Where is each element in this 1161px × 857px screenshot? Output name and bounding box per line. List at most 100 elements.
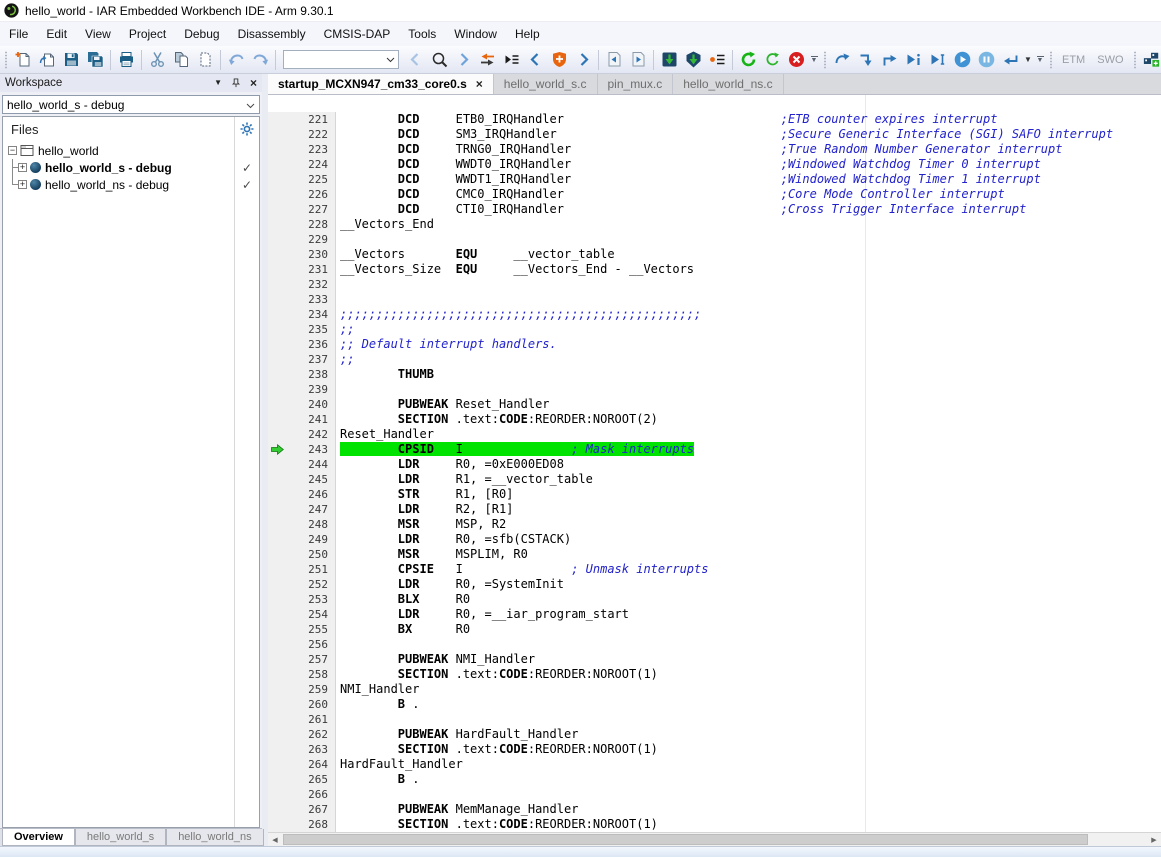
- build-config-select[interactable]: hello_world_s - debug: [2, 95, 260, 114]
- breakpoint-margin[interactable]: 233: [268, 292, 336, 307]
- search-combo[interactable]: [283, 50, 399, 69]
- download-and-debug-button[interactable]: [681, 48, 705, 72]
- breakpoint-margin[interactable]: 261: [268, 712, 336, 727]
- reset-debugger-button[interactable]: [760, 48, 784, 72]
- terminal-io-button[interactable]: [1140, 48, 1161, 72]
- workspace-tab-hello-world-s[interactable]: hello_world_s: [75, 829, 166, 846]
- code-text[interactable]: DCD ETB0_IRQHandler ;ETB counter expires…: [336, 112, 997, 127]
- etm-button[interactable]: ETM: [1056, 54, 1091, 66]
- breakpoint-margin[interactable]: 258: [268, 667, 336, 682]
- code-text[interactable]: PUBWEAK MemManage_Handler: [336, 802, 578, 817]
- code-text[interactable]: DCD SM3_IRQHandler ;Secure Generic Inter…: [336, 127, 1113, 142]
- code-text[interactable]: PUBWEAK NMI_Handler: [336, 652, 535, 667]
- breakpoint-margin[interactable]: 246: [268, 487, 336, 502]
- code-text[interactable]: __Vectors_Size EQU __Vectors_End - __Vec…: [336, 262, 694, 277]
- search-input[interactable]: [284, 51, 383, 68]
- menu-help[interactable]: Help: [506, 22, 549, 46]
- open-document-button[interactable]: [35, 48, 59, 72]
- toolbar-overflow-icon[interactable]: ▼: [1034, 49, 1046, 71]
- workspace-tab-hello-world-ns[interactable]: hello_world_ns: [166, 829, 263, 846]
- code-text[interactable]: ;;: [336, 322, 354, 337]
- breakpoint-margin[interactable]: 267: [268, 802, 336, 817]
- code-text[interactable]: DCD CMC0_IRQHandler ;Core Mode Controlle…: [336, 187, 1005, 202]
- breakpoint-margin[interactable]: 239: [268, 382, 336, 397]
- code-text[interactable]: DCD WWDT1_IRQHandler ;Windowed Watchdog …: [336, 172, 1041, 187]
- breakpoint-margin[interactable]: 255: [268, 622, 336, 637]
- menu-tools[interactable]: Tools: [399, 22, 445, 46]
- breakpoint-margin[interactable]: 263: [268, 742, 336, 757]
- menu-debug[interactable]: Debug: [175, 22, 228, 46]
- code-text[interactable]: NMI_Handler: [336, 682, 419, 697]
- code-text[interactable]: THUMB: [336, 367, 434, 382]
- reset-options-dropdown-icon[interactable]: ▼: [1022, 55, 1034, 64]
- code-text[interactable]: [336, 292, 340, 307]
- breakpoint-margin[interactable]: 224: [268, 157, 336, 172]
- code-text[interactable]: HardFault_Handler: [336, 757, 463, 772]
- scroll-right-icon[interactable]: ▶: [1147, 836, 1161, 844]
- code-text[interactable]: SECTION .text:CODE:REORDER:NOROOT(1): [336, 817, 658, 832]
- code-text[interactable]: [336, 232, 340, 247]
- code-text[interactable]: MSR MSPLIM, R0: [336, 547, 528, 562]
- breakpoint-margin[interactable]: 234: [268, 307, 336, 322]
- code-text[interactable]: SECTION .text:CODE:REORDER:NOROOT(1): [336, 742, 658, 757]
- menu-file[interactable]: File: [0, 22, 37, 46]
- breakpoint-margin[interactable]: 237: [268, 352, 336, 367]
- breakpoint-margin[interactable]: 244: [268, 457, 336, 472]
- navigate-backward-button[interactable]: [602, 48, 626, 72]
- save-button[interactable]: [59, 48, 83, 72]
- code-text[interactable]: B .: [336, 772, 419, 787]
- swo-button[interactable]: SWO: [1091, 54, 1129, 66]
- expander-plus-icon[interactable]: +: [18, 180, 27, 189]
- code-text[interactable]: LDR R2, [R1]: [336, 502, 513, 517]
- download-button[interactable]: [657, 48, 681, 72]
- break-button[interactable]: [974, 48, 998, 72]
- breakpoint-margin[interactable]: 222: [268, 127, 336, 142]
- breakpoint-list-button[interactable]: [705, 48, 729, 72]
- tree-item-hello-world-ns-debug[interactable]: +hello_world_ns - debug✓: [3, 176, 259, 193]
- expander-plus-icon[interactable]: +: [18, 163, 27, 172]
- code-text[interactable]: DCD TRNG0_IRQHandler ;True Random Number…: [336, 142, 1062, 157]
- breakpoint-margin[interactable]: 249: [268, 532, 336, 547]
- code-text[interactable]: ;;: [336, 352, 354, 367]
- code-text[interactable]: B .: [336, 697, 419, 712]
- breakpoint-margin[interactable]: 243: [268, 442, 336, 457]
- breakpoint-margin[interactable]: 245: [268, 472, 336, 487]
- breakpoint-margin[interactable]: 238: [268, 367, 336, 382]
- auto-hide-pin-icon[interactable]: [231, 78, 241, 88]
- menu-disassembly[interactable]: Disassembly: [229, 22, 315, 46]
- toolbar-overflow-icon[interactable]: ▼: [808, 49, 820, 71]
- code-text[interactable]: CPSIE I ; Unmask interrupts: [336, 562, 708, 577]
- editor-tab-hello-world-s-c[interactable]: hello_world_s.c: [494, 74, 598, 94]
- breakpoint-margin[interactable]: 262: [268, 727, 336, 742]
- breakpoint-margin[interactable]: 265: [268, 772, 336, 787]
- breakpoint-margin[interactable]: 241: [268, 412, 336, 427]
- code-text[interactable]: [336, 712, 340, 727]
- gear-icon[interactable]: [240, 122, 254, 136]
- breakpoint-margin[interactable]: 242: [268, 427, 336, 442]
- step-out-button[interactable]: [878, 48, 902, 72]
- breakpoint-margin[interactable]: 223: [268, 142, 336, 157]
- breakpoint-margin[interactable]: 256: [268, 637, 336, 652]
- code-text[interactable]: LDR R0, =SystemInit: [336, 577, 564, 592]
- code-text[interactable]: PUBWEAK HardFault_Handler: [336, 727, 578, 742]
- breakpoint-margin[interactable]: 226: [268, 187, 336, 202]
- code-text[interactable]: [336, 382, 340, 397]
- bookmark-list-button[interactable]: [499, 48, 523, 72]
- code-text[interactable]: __Vectors_End: [336, 217, 434, 232]
- undo-button[interactable]: [224, 48, 248, 72]
- code-text[interactable]: ;; Default interrupt handlers.: [336, 337, 557, 352]
- code-text[interactable]: Reset_Handler: [336, 427, 434, 442]
- cut-button[interactable]: [145, 48, 169, 72]
- code-text[interactable]: __Vectors EQU __vector_table: [336, 247, 615, 262]
- find-previous-button[interactable]: [403, 48, 427, 72]
- close-tab-icon[interactable]: ×: [476, 77, 483, 91]
- horizontal-scrollbar[interactable]: ◀ ▶: [268, 832, 1161, 846]
- code-text[interactable]: LDR R0, =sfb(CSTACK): [336, 532, 571, 547]
- find-next-button[interactable]: [451, 48, 475, 72]
- panel-menu-icon[interactable]: ▼: [214, 79, 222, 87]
- navigate-forward-button[interactable]: [626, 48, 650, 72]
- step-over-button[interactable]: [830, 48, 854, 72]
- breakpoint-margin[interactable]: 240: [268, 397, 336, 412]
- expander-minus-icon[interactable]: −: [8, 146, 17, 155]
- code-text[interactable]: SECTION .text:CODE:REORDER:NOROOT(1): [336, 667, 658, 682]
